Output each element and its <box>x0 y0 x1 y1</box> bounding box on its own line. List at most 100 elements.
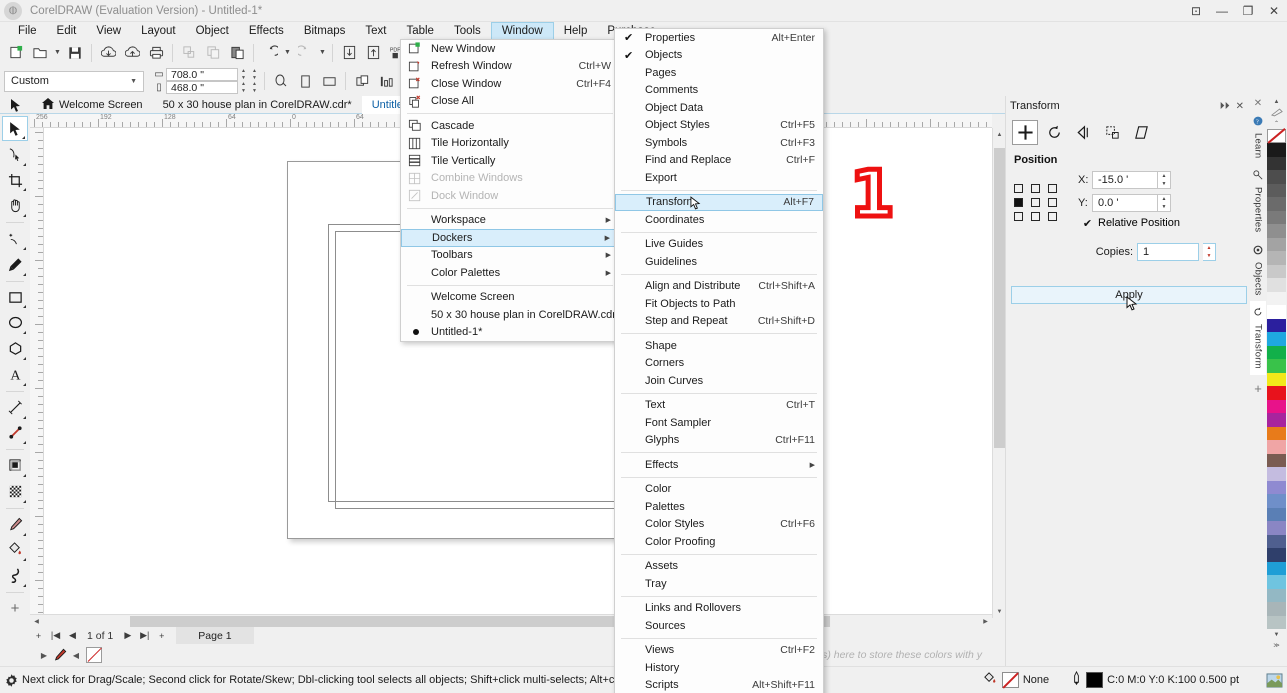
docker-tab-properties[interactable]: Properties <box>1250 164 1266 238</box>
palette-swatch[interactable] <box>1267 372 1286 386</box>
freehand-tool-icon[interactable] <box>2 226 28 251</box>
palette-swatch[interactable] <box>1267 143 1286 157</box>
menu-item-export[interactable]: Export <box>615 169 823 187</box>
relative-position-checkbox[interactable]: ✔ <box>1082 218 1093 230</box>
anchor-top-left[interactable] <box>1014 183 1023 193</box>
palette-swatch[interactable] <box>1267 359 1286 373</box>
menu-table[interactable]: Table <box>396 22 444 39</box>
open-dropdown-caret-icon[interactable]: ▼ <box>52 41 63 64</box>
palette-swatch[interactable] <box>1267 588 1286 602</box>
palette-swatch[interactable] <box>1267 197 1286 211</box>
palette-swatch[interactable] <box>1267 210 1286 224</box>
palette-expand-icon[interactable]: ≫ <box>1266 640 1287 651</box>
anchor-middle-right[interactable] <box>1048 197 1057 207</box>
palette-up-icon[interactable]: ▲ <box>1266 96 1287 107</box>
menu-item-history[interactable]: History <box>615 659 823 677</box>
smart-fill-tool-icon[interactable] <box>2 563 28 588</box>
menu-item-cascade[interactable]: Cascade <box>401 117 619 135</box>
menu-layout[interactable]: Layout <box>131 22 186 39</box>
menu-item-text[interactable]: Text Ctrl+T <box>615 397 823 415</box>
palette-swatch[interactable] <box>1267 332 1286 346</box>
palette-swatch[interactable] <box>1267 278 1286 292</box>
palette-swatch[interactable] <box>1267 521 1286 535</box>
connector-tool-icon[interactable] <box>2 421 28 446</box>
menu-item-object-styles[interactable]: Object Styles Ctrl+F5 <box>615 117 823 135</box>
first-page-icon[interactable]: |◀ <box>47 627 64 644</box>
palette-swatch[interactable] <box>1267 575 1286 589</box>
menu-item-corners[interactable]: Corners <box>615 355 823 373</box>
anchor-top-right[interactable] <box>1048 183 1057 193</box>
menu-item-join-curves[interactable]: Join Curves <box>615 372 823 390</box>
palette-swatch[interactable] <box>1267 548 1286 562</box>
page-preset-select[interactable]: Custom ▼ <box>4 70 144 92</box>
page-width-input[interactable]: 708.0 " <box>166 68 238 81</box>
close-icon[interactable]: ✕ <box>1261 0 1287 22</box>
page-width-stepper[interactable]: ▲ ▼ <box>238 68 249 81</box>
menu-item-object-data[interactable]: Object Data <box>615 99 823 117</box>
close-docker-strip-icon[interactable]: ✕ <box>1250 96 1266 110</box>
y-stepper[interactable]: ▲ ▼ <box>1158 194 1171 212</box>
menu-item-live-guides[interactable]: Live Guides <box>615 236 823 254</box>
menu-item-untitled-1[interactable]: Untitled-1* <box>401 324 619 342</box>
menu-bitmaps[interactable]: Bitmaps <box>294 22 356 39</box>
menu-item-objects[interactable]: ✔ Objects <box>615 47 823 65</box>
palette-swatch-list[interactable] <box>1267 143 1286 629</box>
artistic-media-tool-icon[interactable] <box>2 252 28 277</box>
nudge-distance-icon[interactable] <box>374 70 398 93</box>
y-input[interactable]: 0.0 ' <box>1092 194 1158 212</box>
x-input[interactable]: -15.0 ' <box>1092 171 1158 189</box>
menu-item-coordinates[interactable]: Coordinates <box>615 211 823 229</box>
menu-item-effects[interactable]: Effects ▶ <box>615 456 823 474</box>
palette-swatch[interactable] <box>1267 494 1286 508</box>
menu-item-color-proofing[interactable]: Color Proofing <box>615 533 823 551</box>
palette-swatch[interactable] <box>1267 305 1286 319</box>
menu-item-comments[interactable]: Comments <box>615 82 823 100</box>
palette-swatch[interactable] <box>1267 251 1286 265</box>
palette-down-icon[interactable]: ▼ <box>1266 629 1287 640</box>
anchor-bottom-center[interactable] <box>1031 211 1040 221</box>
menu-item-refresh-window[interactable]: Refresh Window Ctrl+W <box>401 58 619 76</box>
canvas-horizontal-scrollbar[interactable]: ◀ ▶ <box>30 614 992 627</box>
vertical-ruler[interactable] <box>30 128 44 618</box>
fill-none-swatch[interactable] <box>1001 672 1019 688</box>
palette-swatch[interactable] <box>1267 507 1286 521</box>
menu-file[interactable]: File <box>8 22 47 39</box>
page-height-stepper2[interactable]: ▲ ▼ <box>249 81 260 94</box>
palette-no-color-icon[interactable] <box>1267 129 1286 143</box>
transparency-tool-icon[interactable] <box>2 479 28 504</box>
menu-item-align-and-distribute[interactable]: Align and Distribute Ctrl+Shift+A <box>615 278 823 296</box>
redo-icon[interactable] <box>293 41 317 64</box>
palette-swatch[interactable] <box>1267 534 1286 548</box>
palette-swatch[interactable] <box>1267 156 1286 170</box>
color-eyedropper-tool-icon[interactable] <box>2 512 28 537</box>
page-orientation-icon[interactable] <box>269 70 293 93</box>
export-icon[interactable] <box>120 41 144 64</box>
last-page-icon[interactable]: ▶| <box>136 627 153 644</box>
gear-icon[interactable] <box>0 673 22 688</box>
menu-window[interactable]: Window <box>490 22 554 39</box>
add-page-after-icon[interactable]: + <box>153 627 170 644</box>
menu-item-toolbars[interactable]: Toolbars ▶ <box>401 247 619 265</box>
palette-swatch[interactable] <box>1267 345 1286 359</box>
menu-item-step-and-repeat[interactable]: Step and Repeat Ctrl+Shift+D <box>615 313 823 331</box>
copies-stepper[interactable]: ▲ ▼ <box>1203 243 1216 261</box>
menu-item-symbols[interactable]: Symbols Ctrl+F3 <box>615 134 823 152</box>
page-tab-page-1[interactable]: Page 1 <box>176 627 254 644</box>
save-icon[interactable] <box>63 41 87 64</box>
docker-tab-learn[interactable]: ? Learn <box>1250 110 1266 164</box>
menu-item-find-and-replace[interactable]: Find and Replace Ctrl+F <box>615 152 823 170</box>
palette-eyedropper-icon[interactable] <box>52 647 68 663</box>
restore-app-icon[interactable]: ⊡ <box>1183 0 1209 22</box>
menu-edit[interactable]: Edit <box>47 22 87 39</box>
menu-help[interactable]: Help <box>554 22 598 39</box>
transform-skew-icon[interactable] <box>1128 120 1154 145</box>
menu-item-transform[interactable]: Transform Alt+F7 <box>615 193 823 211</box>
palette-swatch[interactable] <box>1267 453 1286 467</box>
menu-item-pages[interactable]: Pages <box>615 64 823 82</box>
outline-color-swatch[interactable] <box>1086 672 1104 688</box>
menu-item-palettes[interactable]: Palettes <box>615 498 823 516</box>
vertical-scroll-thumb[interactable] <box>994 148 1005 448</box>
menu-object[interactable]: Object <box>186 22 239 39</box>
print-icon[interactable] <box>144 41 168 64</box>
menu-item-views[interactable]: Views Ctrl+F2 <box>615 642 823 660</box>
